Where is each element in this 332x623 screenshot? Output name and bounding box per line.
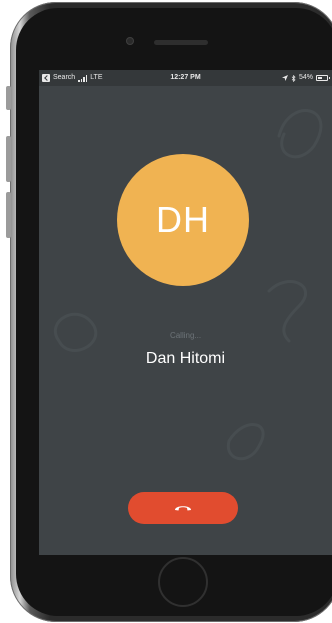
battery-percent: 54%: [298, 74, 313, 81]
home-button[interactable]: [158, 557, 208, 607]
earpiece-speaker: [154, 40, 208, 45]
page: Search LTE 12:27 PM 54% DH Calling... Da…: [0, 0, 332, 623]
mute-switch: [6, 86, 11, 110]
call-screen: Search LTE 12:27 PM 54% DH Calling... Da…: [39, 70, 332, 555]
status-right: 54%: [281, 70, 330, 86]
end-call-button[interactable]: [128, 492, 238, 524]
contact-avatar: DH: [117, 154, 249, 286]
status-bar: Search LTE 12:27 PM 54%: [39, 70, 332, 86]
caller-name: Dan Hitomi: [145, 350, 226, 367]
call-status: Calling...: [169, 331, 202, 340]
avatar-initials: DH: [156, 199, 210, 240]
battery-fill: [318, 77, 323, 79]
battery-icon: [316, 75, 330, 81]
volume-up-button: [6, 136, 11, 182]
bluetooth-icon: [291, 74, 296, 82]
location-arrow-icon: [281, 75, 288, 81]
hang-up-icon: [175, 506, 191, 511]
front-camera: [126, 37, 134, 45]
volume-down-button: [6, 192, 11, 238]
